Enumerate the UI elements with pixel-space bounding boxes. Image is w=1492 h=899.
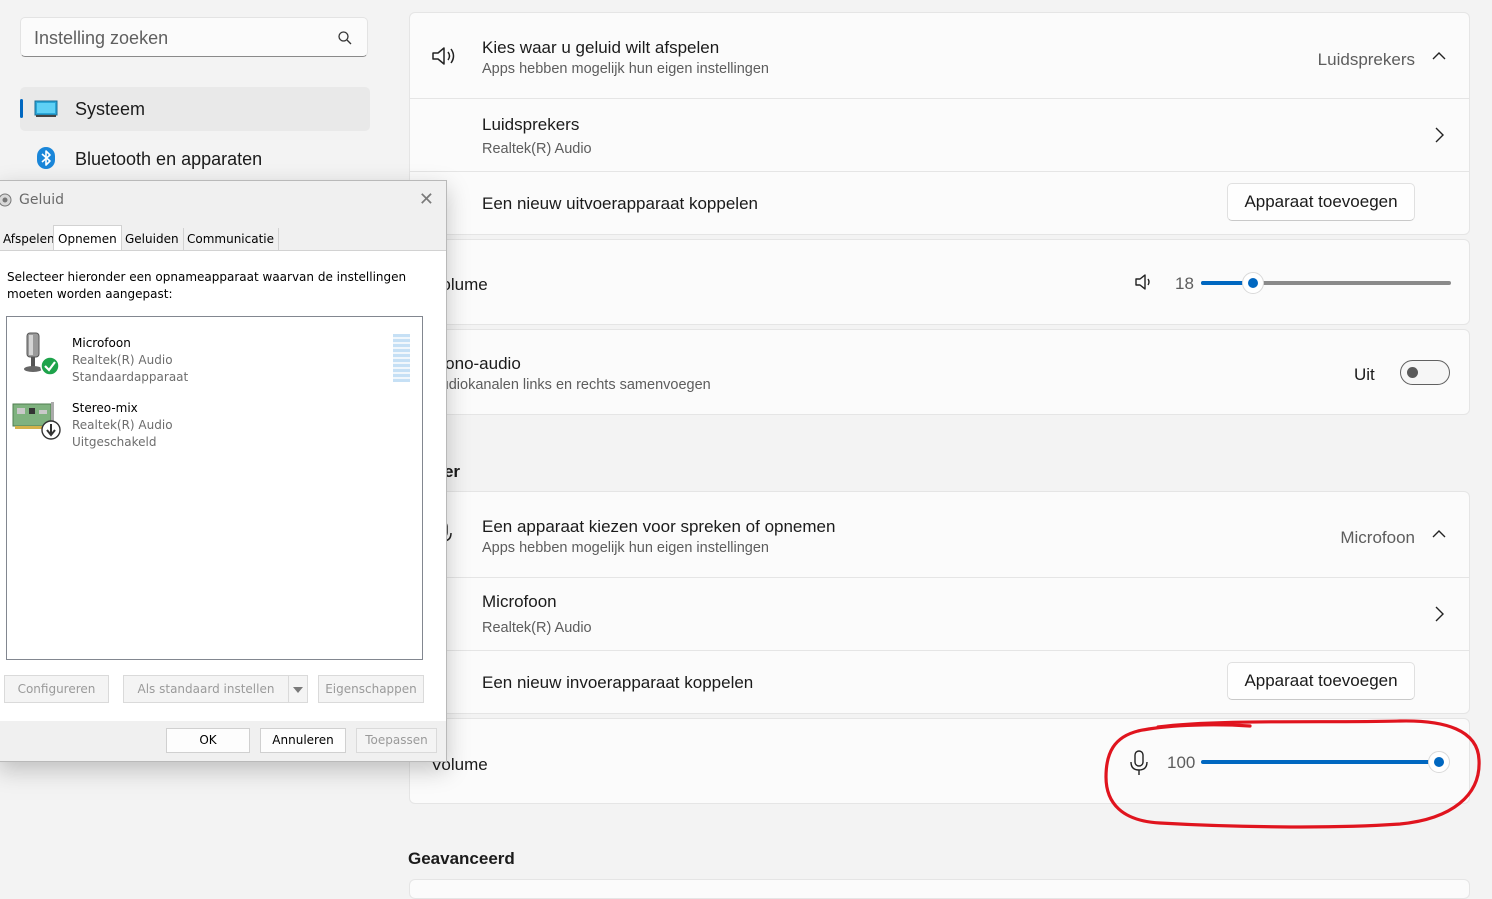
recording-tab-page: Selecteer hieronder een opnameapparaat w… bbox=[0, 250, 446, 721]
output-volume-value: 18 bbox=[1175, 274, 1194, 293]
input-volume-slider[interactable] bbox=[1201, 760, 1441, 764]
input-card: Een apparaat kiezen voor spreken of opne… bbox=[409, 491, 1470, 714]
tab-opnemen[interactable]: Opnemen bbox=[53, 225, 122, 251]
close-icon[interactable]: ✕ bbox=[419, 189, 434, 210]
output-selected-device: Luidsprekers bbox=[1317, 50, 1415, 69]
advanced-section-title: Geavanceerd bbox=[408, 849, 515, 868]
dialog-title: Geluid bbox=[19, 192, 65, 208]
sidebar-item-bluetooth[interactable]: Bluetooth en apparaten bbox=[20, 137, 370, 181]
microphone-icon bbox=[24, 332, 60, 376]
input-selected-device: Microfoon bbox=[1340, 528, 1415, 547]
output-choose-subtitle: Apps hebben mogelijk hun eigen instellin… bbox=[482, 61, 769, 77]
chevron-down-icon bbox=[293, 687, 303, 693]
output-pair-label: Een nieuw uitvoerapparaat koppelen bbox=[482, 194, 758, 213]
configure-button[interactable]: Configureren bbox=[4, 675, 109, 703]
output-volume-card: Volume 18 bbox=[409, 239, 1470, 325]
input-pair-row: Een nieuw invoerapparaat koppelen Appara… bbox=[410, 651, 1469, 714]
tab-communicatie[interactable]: Communicatie bbox=[183, 228, 280, 250]
mono-audio-subtitle: Audiokanalen links en rechts samenvoegen bbox=[431, 377, 711, 393]
device-name: Microfoon bbox=[72, 336, 131, 350]
bluetooth-icon bbox=[37, 147, 55, 169]
sidebar-item-label: Bluetooth en apparaten bbox=[75, 149, 263, 169]
input-volume-value: 100 bbox=[1167, 753, 1196, 772]
input-device-driver: Realtek(R) Audio bbox=[482, 620, 592, 636]
input-choose-row[interactable]: Een apparaat kiezen voor spreken of opne… bbox=[410, 492, 1469, 577]
apply-button[interactable]: Toepassen bbox=[356, 728, 437, 753]
set-default-button[interactable]: Als standaard instellen bbox=[123, 675, 289, 703]
add-input-device-button[interactable]: Apparaat toevoegen bbox=[1227, 662, 1415, 700]
input-pair-label: Een nieuw invoerapparaat koppelen bbox=[482, 673, 754, 692]
tab-geluiden[interactable]: Geluiden bbox=[121, 228, 184, 250]
device-driver: Realtek(R) Audio bbox=[72, 418, 173, 432]
search-placeholder: Instelling zoeken bbox=[34, 28, 169, 48]
output-choose-title: Kies waar u geluid wilt afspelen bbox=[482, 38, 720, 57]
output-volume-slider-thumb[interactable] bbox=[1242, 272, 1264, 294]
cancel-button[interactable]: Annuleren bbox=[260, 728, 346, 753]
sidebar-item-systeem[interactable]: Systeem bbox=[20, 87, 370, 131]
tab-afspelen[interactable]: Afspelen bbox=[0, 228, 60, 250]
set-default-dropdown[interactable] bbox=[288, 675, 308, 703]
output-choose-row[interactable]: Kies waar u geluid wilt afspelen Apps he… bbox=[410, 13, 1469, 98]
recording-device-list[interactable]: Microfoon Realtek(R) Audio Standaardappa… bbox=[6, 316, 423, 660]
monitor-icon bbox=[34, 100, 58, 117]
chevron-up-icon[interactable] bbox=[1431, 528, 1447, 540]
speaker-icon bbox=[432, 47, 455, 65]
microphone-mute-toggle-icon[interactable] bbox=[1129, 749, 1149, 777]
ok-button[interactable]: OK bbox=[166, 728, 250, 753]
selection-indicator bbox=[20, 99, 23, 118]
device-driver: Realtek(R) Audio bbox=[72, 353, 173, 367]
device-name: Stereo-mix bbox=[72, 401, 138, 415]
dialog-tabs: Afspelen Opnemen Geluiden Communicatie bbox=[0, 225, 446, 251]
output-pair-row: Een nieuw uitvoerapparaat koppelen Appar… bbox=[410, 172, 1469, 235]
list-item-stereo-mix[interactable]: Stereo-mix Realtek(R) Audio Uitgeschakel… bbox=[7, 390, 422, 450]
chevron-right-icon bbox=[1435, 606, 1444, 622]
level-meter bbox=[393, 334, 410, 382]
search-input[interactable]: Instelling zoeken bbox=[20, 17, 368, 57]
input-device-row[interactable]: Microfoon Realtek(R) Audio bbox=[410, 578, 1469, 650]
input-choose-title: Een apparaat kiezen voor spreken of opne… bbox=[482, 517, 836, 536]
output-device-driver: Realtek(R) Audio bbox=[482, 141, 592, 157]
dialog-instruction: Selecteer hieronder een opnameapparaat w… bbox=[7, 270, 407, 301]
add-output-device-button[interactable]: Apparaat toevoegen bbox=[1227, 183, 1415, 221]
mono-audio-card: Mono-audio Audiokanalen links en rechts … bbox=[409, 329, 1470, 415]
sidebar-item-label: Systeem bbox=[75, 99, 146, 119]
output-card: Kies waar u geluid wilt afspelen Apps he… bbox=[409, 12, 1470, 235]
chevron-right-icon bbox=[1435, 127, 1444, 143]
device-status: Standaardapparaat bbox=[72, 370, 189, 384]
sound-dialog: Geluid ✕ Afspelen Opnemen Geluiden Commu… bbox=[0, 180, 447, 762]
chevron-up-icon[interactable] bbox=[1431, 50, 1447, 62]
sound-app-icon bbox=[0, 193, 12, 207]
mono-audio-state: Uit bbox=[1354, 365, 1375, 384]
device-status: Uitgeschakeld bbox=[72, 435, 157, 449]
speaker-mute-toggle-icon[interactable] bbox=[1134, 273, 1154, 291]
input-volume-slider-thumb[interactable] bbox=[1428, 751, 1450, 773]
input-choose-subtitle: Apps hebben mogelijk hun eigen instellin… bbox=[482, 540, 769, 556]
output-device-name: Luidsprekers bbox=[482, 115, 580, 134]
input-volume-card: Volume 100 bbox=[409, 718, 1470, 804]
advanced-card bbox=[409, 879, 1470, 899]
input-device-name: Microfoon bbox=[482, 592, 557, 611]
sound-card-icon bbox=[12, 402, 61, 440]
list-item-microfoon[interactable]: Microfoon Realtek(R) Audio Standaardappa… bbox=[7, 325, 422, 385]
mono-audio-toggle[interactable] bbox=[1400, 360, 1450, 385]
properties-button[interactable]: Eigenschappen bbox=[318, 675, 424, 703]
search-icon[interactable] bbox=[337, 30, 353, 46]
output-device-row[interactable]: Luidsprekers Realtek(R) Audio bbox=[410, 99, 1469, 171]
